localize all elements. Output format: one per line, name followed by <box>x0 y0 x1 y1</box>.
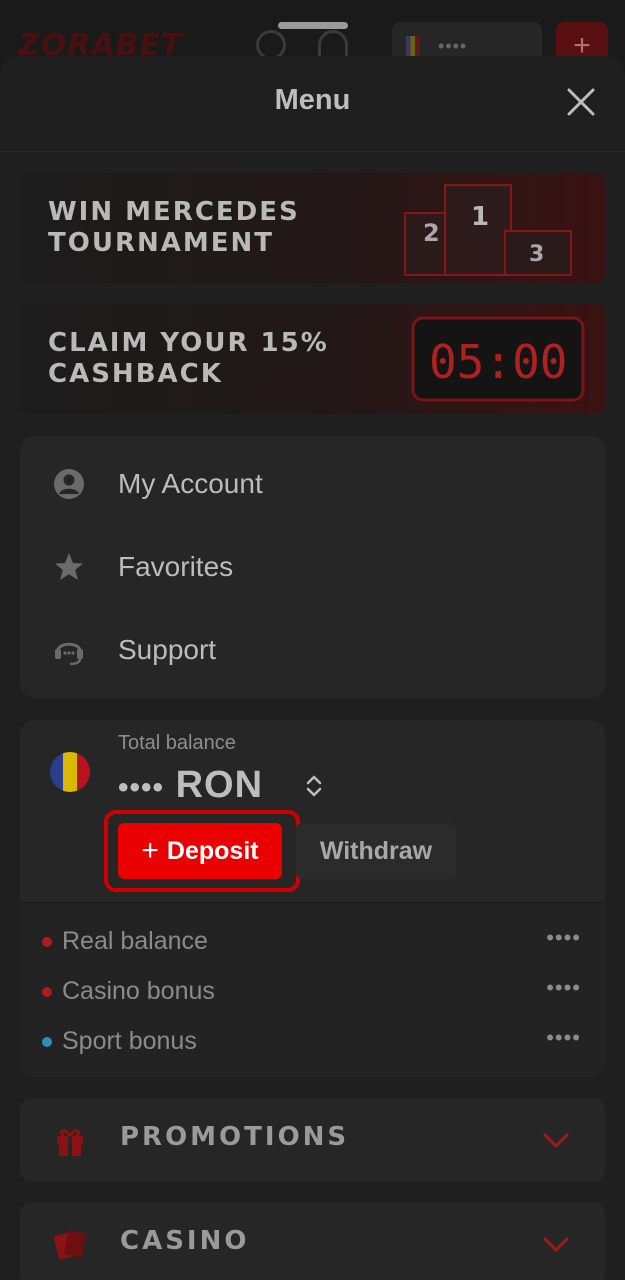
romania-flag-icon <box>50 752 90 792</box>
section-casino[interactable]: CASINO <box>20 1202 605 1280</box>
chevron-down-icon <box>543 1237 569 1252</box>
user-circle-icon <box>54 469 84 499</box>
menu-item-label: Support <box>118 634 217 665</box>
svg-text:2: 2 <box>423 219 440 247</box>
gift-icon <box>57 1129 83 1156</box>
balance-amount: •••• <box>118 771 165 804</box>
balance-row-casino: Casino bonus •••• <box>20 967 605 1017</box>
cashback-banner[interactable]: CLAIM YOUR 15% CASHBACK 05:00 <box>20 304 605 414</box>
balance-row-value: •••• <box>546 925 581 950</box>
menu-item-my-account[interactable]: My Account <box>20 454 605 514</box>
balance-breakdown: Real balance •••• Casino bonus •••• Spor… <box>20 902 605 1077</box>
plus-icon: + <box>141 834 159 867</box>
star-icon <box>55 553 83 580</box>
section-label: CASINO <box>120 1226 250 1256</box>
total-balance-label: Total balance <box>118 732 236 754</box>
red-dot-icon <box>42 937 52 947</box>
podium-icon: 2 1 3 <box>404 184 572 276</box>
close-icon[interactable] <box>565 86 597 118</box>
deposit-button[interactable]: + Deposit <box>118 823 282 879</box>
blue-dot-icon <box>42 1037 52 1047</box>
menu-item-label: My Account <box>118 468 263 499</box>
chevron-down-icon <box>543 1133 569 1148</box>
balance-card: Total balance •••• RON + Deposit Withdra… <box>20 720 605 902</box>
balance-row-sport: Sport bonus •••• <box>20 1017 605 1067</box>
withdraw-button[interactable]: Withdraw <box>296 823 456 879</box>
tournament-banner[interactable]: WIN MERCEDES TOURNAMENT 2 1 3 <box>20 173 605 283</box>
balance-row-label: Real balance <box>62 927 208 955</box>
deposit-label: Deposit <box>166 836 259 865</box>
menu-title: Menu <box>274 84 351 116</box>
currency-switch-icon[interactable] <box>304 772 324 800</box>
tournament-banner-text: WIN MERCEDES TOURNAMENT <box>48 197 300 258</box>
header-balance-value: •••• <box>438 36 468 56</box>
section-label: PROMOTIONS <box>120 1122 350 1152</box>
menu-item-support[interactable]: Support <box>20 620 605 680</box>
red-dot-icon <box>42 987 52 997</box>
balance-row-value: •••• <box>546 975 581 1000</box>
timer-icon: 05:00 <box>411 316 585 402</box>
balance-row-label: Sport bonus <box>62 1027 197 1055</box>
total-balance-value: •••• RON <box>118 764 263 807</box>
menu-item-label: Favorites <box>118 551 234 582</box>
account-menu-card: My Account Favorites Support <box>20 436 605 698</box>
balance-row-real: Real balance •••• <box>20 917 605 967</box>
menu-item-favorites[interactable]: Favorites <box>20 537 605 597</box>
balance-row-value: •••• <box>546 1025 581 1050</box>
cards-icon <box>53 1230 86 1260</box>
menu-header: Menu <box>0 56 625 152</box>
sheet-grab-handle[interactable] <box>278 22 348 29</box>
balance-currency: RON <box>175 764 264 806</box>
romania-flag-icon <box>406 36 420 58</box>
svg-text:3: 3 <box>529 242 544 267</box>
headset-icon <box>55 642 83 666</box>
svg-text:1: 1 <box>471 202 489 232</box>
svg-text:05:00: 05:00 <box>429 335 567 389</box>
section-promotions[interactable]: PROMOTIONS <box>20 1098 605 1182</box>
balance-row-label: Casino bonus <box>62 977 215 1005</box>
cashback-banner-text: CLAIM YOUR 15% CASHBACK <box>48 328 329 389</box>
